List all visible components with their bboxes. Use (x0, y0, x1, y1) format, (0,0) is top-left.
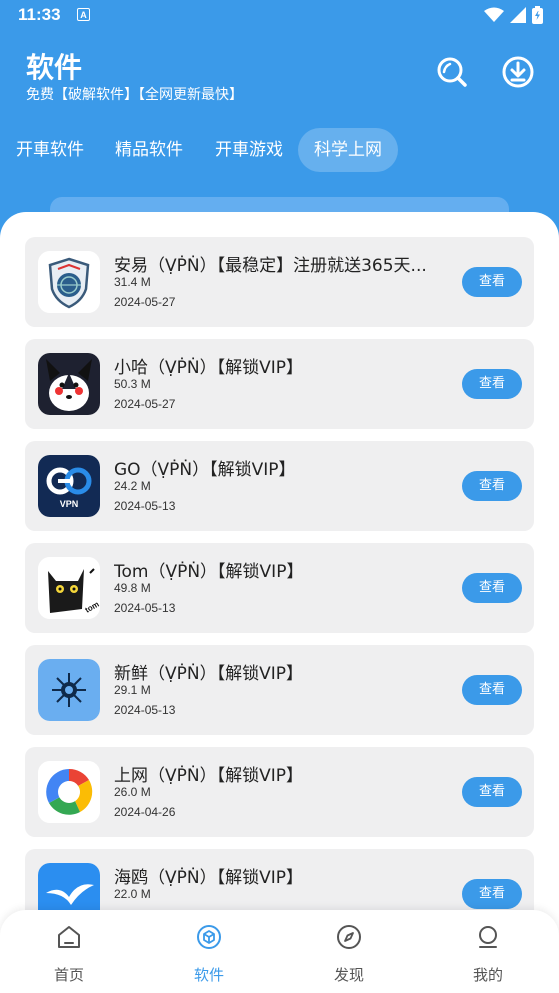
view-button[interactable]: 查看 (462, 573, 522, 603)
app-date: 2024-05-13 (114, 703, 176, 717)
tab-kaiche-games[interactable]: 开車游戏 (199, 128, 299, 172)
app-title: 新鲜（ṾṖṄ）【解锁VIP】 (114, 664, 303, 684)
nav-software[interactable]: 软件 (159, 924, 259, 984)
app-title: 安易（ṾṖṄ）【最稳定】注册就送365天... (114, 256, 427, 276)
app-size: 31.4 M (114, 275, 151, 289)
view-button[interactable]: 查看 (462, 369, 522, 399)
compass-icon (337, 925, 361, 949)
husky-icon (38, 353, 100, 415)
view-button[interactable]: 查看 (462, 879, 522, 909)
notification-a-icon: A (77, 8, 90, 21)
cube-icon (197, 925, 221, 949)
nav-label: 软件 (193, 966, 224, 984)
app-size: 26.0 M (114, 785, 151, 799)
app-size: 50.3 M (114, 377, 151, 391)
app-title: 上网（ṾṖṄ）【解锁VIP】 (114, 766, 303, 786)
wifi-icon (484, 7, 504, 22)
list-item[interactable]: 安易（ṾṖṄ）【最稳定】注册就送365天... 31.4 M 2024-05-2… (25, 237, 534, 327)
nav-label: 我的 (472, 966, 503, 984)
app-title: GO（ṾṖṄ）【解锁VIP】 (114, 460, 296, 480)
view-button[interactable]: 查看 (462, 777, 522, 807)
list-item[interactable]: tom Tom（ṾṖṄ）【解锁VIP】 49.8 M 2024-05-13 查看 (25, 543, 534, 633)
app-thumbnail: VPN (38, 455, 100, 517)
list-item[interactable]: 新鲜（ṾṖṄ）【解锁VIP】 29.1 M 2024-05-13 查看 (25, 645, 534, 735)
svg-text:VPN: VPN (60, 499, 79, 509)
tab-science-internet[interactable]: 科学上网 (298, 128, 398, 172)
app-thumbnail (38, 863, 100, 912)
user-icon (479, 926, 497, 948)
app-thumbnail (38, 659, 100, 721)
ring-icon (38, 761, 100, 823)
home-icon (58, 926, 80, 948)
search-button[interactable] (436, 56, 468, 88)
bottom-nav: 首页 软件 发现 我的 (0, 910, 559, 993)
app-size: 22.0 M (114, 887, 151, 901)
list-item[interactable]: VPN GO（ṾṖṄ）【解锁VIP】 24.2 M 2024-05-13 查看 (25, 441, 534, 531)
nav-home[interactable]: 首页 (19, 924, 119, 984)
app-date: 2024-04-26 (114, 805, 176, 819)
app-size: 29.1 M (114, 683, 151, 697)
view-button[interactable]: 查看 (462, 267, 522, 297)
app-thumbnail: tom (38, 557, 100, 619)
download-icon (502, 56, 534, 88)
nav-discover[interactable]: 发现 (299, 924, 399, 984)
app-thumbnail (38, 353, 100, 415)
nav-label: 发现 (333, 966, 364, 984)
category-tabs: 开車软件 精品软件 开車游戏 科学上网 (0, 128, 559, 172)
status-icons (484, 6, 543, 24)
battery-icon (532, 6, 543, 24)
tab-premium-software[interactable]: 精品软件 (99, 128, 199, 172)
go-vpn-icon: VPN (38, 455, 100, 517)
app-size: 24.2 M (114, 479, 151, 493)
app-thumbnail (38, 761, 100, 823)
search-icon (437, 57, 467, 87)
app-date: 2024-05-13 (114, 601, 176, 615)
view-button[interactable]: 查看 (462, 471, 522, 501)
view-button[interactable]: 查看 (462, 675, 522, 705)
list-item[interactable]: 小哈（ṾṖṄ）【解锁VIP】 50.3 M 2024-05-27 查看 (25, 339, 534, 429)
nav-label: 首页 (53, 966, 84, 984)
app-thumbnail (38, 251, 100, 313)
status-time: 11:33 (18, 5, 61, 24)
tab-kaiche-software[interactable]: 开車软件 (0, 128, 100, 172)
download-button[interactable] (502, 56, 534, 88)
app-title: 小哈（ṾṖṄ）【解锁VIP】 (114, 358, 303, 378)
status-bar: 11:33 A (0, 0, 559, 32)
app-date: 2024-05-27 (114, 397, 176, 411)
app-list: 安易（ṾṖṄ）【最稳定】注册就送365天... 31.4 M 2024-05-2… (0, 212, 559, 912)
app-title: 海鸥（ṾṖṄ）【解锁VIP】 (114, 868, 303, 888)
list-item[interactable]: 海鸥（ṾṖṄ）【解锁VIP】 22.0 M 查看 (25, 849, 534, 912)
signal-icon (510, 7, 526, 23)
shield-globe-icon (38, 251, 100, 313)
sun-icon (38, 659, 100, 721)
page-title: 软件 (26, 51, 83, 84)
app-date: 2024-05-13 (114, 499, 176, 513)
seagull-icon (38, 863, 100, 912)
list-item[interactable]: 上网（ṾṖṄ）【解锁VIP】 26.0 M 2024-04-26 查看 (25, 747, 534, 837)
app-size: 49.8 M (114, 581, 151, 595)
nav-mine[interactable]: 我的 (438, 924, 538, 984)
black-cat-icon: tom (38, 557, 100, 619)
page-subtitle: 免费【破解软件】【全网更新最快】 (26, 87, 243, 103)
app-date: 2024-05-27 (114, 295, 176, 309)
app-title: Tom（ṾṖṄ）【解锁VIP】 (114, 562, 304, 582)
